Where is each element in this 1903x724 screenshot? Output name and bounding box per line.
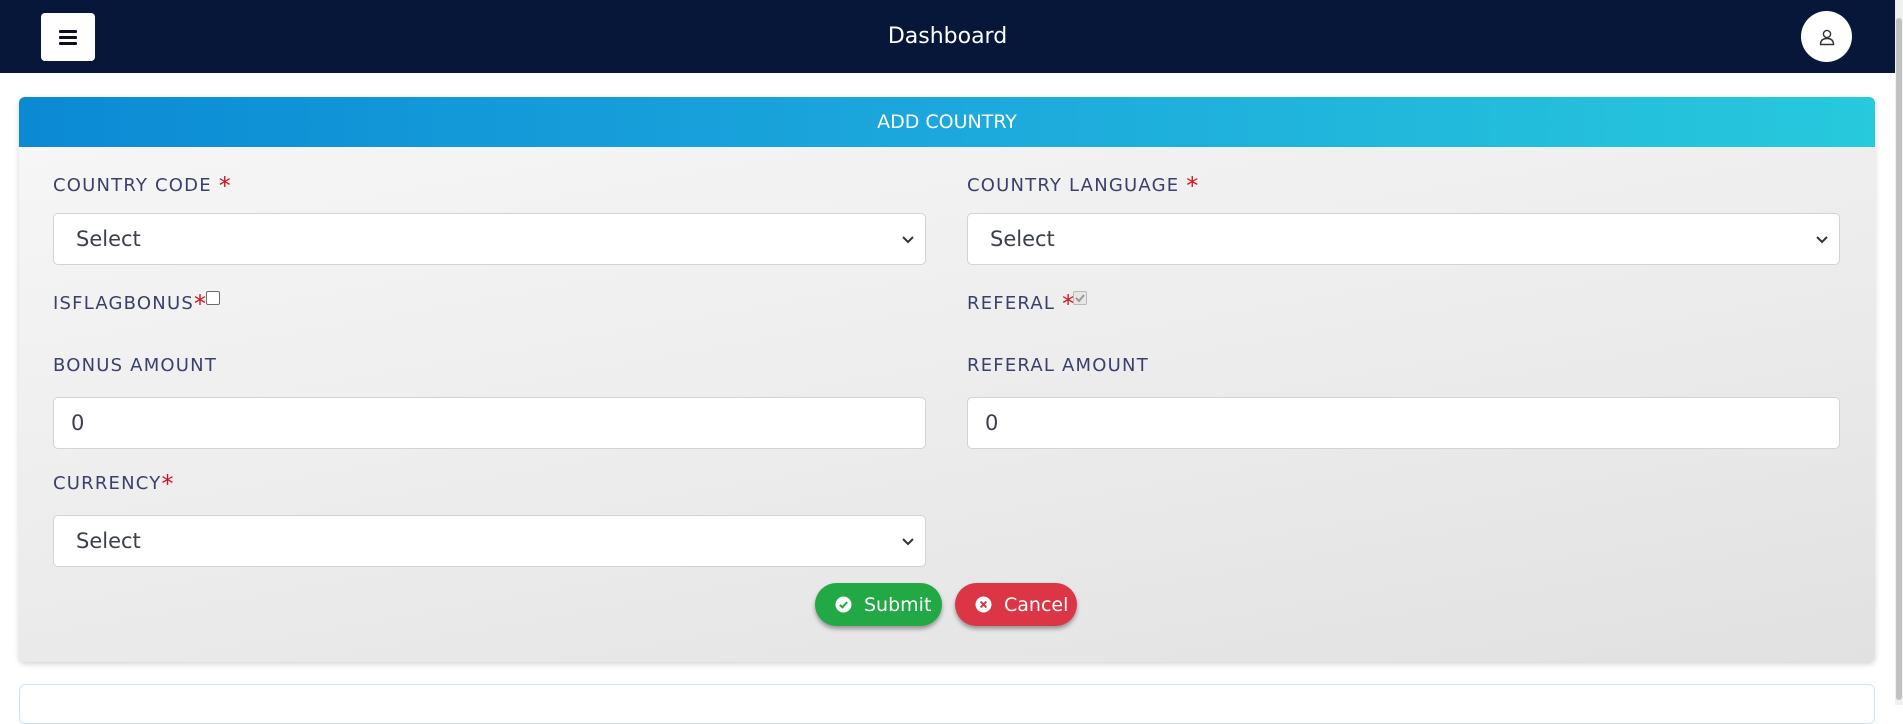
page-title: Dashboard — [887, 24, 1008, 49]
top-navbar: Dashboard — [0, 0, 1895, 73]
currency-select[interactable]: Select — [53, 515, 926, 567]
close-circle-icon — [975, 596, 992, 613]
referal-amount-label: REFERAL AMOUNT — [967, 355, 1149, 376]
bonus-amount-input[interactable]: 0 — [53, 397, 926, 449]
isflagbonus-label: ISFLAGBONUS* — [53, 290, 208, 318]
add-country-card: ADD COUNTRY COUNTRY CODE * Select COUNTR… — [19, 97, 1875, 662]
required-marker: * — [218, 172, 232, 200]
country-language-label: COUNTRY LANGUAGE * — [967, 172, 1200, 200]
cancel-button[interactable]: Cancel — [955, 583, 1077, 626]
chevron-down-icon — [1816, 236, 1828, 244]
next-card — [19, 684, 1875, 724]
referal-amount-input[interactable]: 0 — [967, 397, 1840, 449]
referal-checkbox[interactable] — [1073, 291, 1087, 305]
bonus-amount-label: BONUS AMOUNT — [53, 355, 218, 376]
country-code-select[interactable]: Select — [53, 213, 926, 265]
currency-label: CURRENCY* — [53, 470, 175, 498]
submit-button[interactable]: Submit — [815, 583, 942, 626]
hamburger-icon — [59, 29, 77, 45]
scrollbar-thumb[interactable] — [1896, 18, 1902, 700]
chevron-down-icon — [902, 236, 914, 244]
country-code-label: COUNTRY CODE * — [53, 172, 232, 200]
user-avatar-button[interactable] — [1801, 11, 1852, 62]
check-circle-icon — [835, 596, 852, 613]
referal-label: REFERAL * — [967, 290, 1076, 318]
checkmark-icon — [1075, 294, 1085, 303]
isflagbonus-checkbox[interactable] — [206, 291, 220, 305]
page-scrollbar[interactable] — [1895, 0, 1903, 705]
required-marker: * — [161, 470, 175, 498]
card-title: ADD COUNTRY — [19, 97, 1875, 147]
required-marker: * — [1186, 172, 1200, 200]
country-language-select[interactable]: Select — [967, 213, 1840, 265]
chevron-down-icon — [902, 538, 914, 546]
user-icon — [1819, 29, 1834, 45]
menu-toggle-button[interactable] — [41, 13, 95, 61]
